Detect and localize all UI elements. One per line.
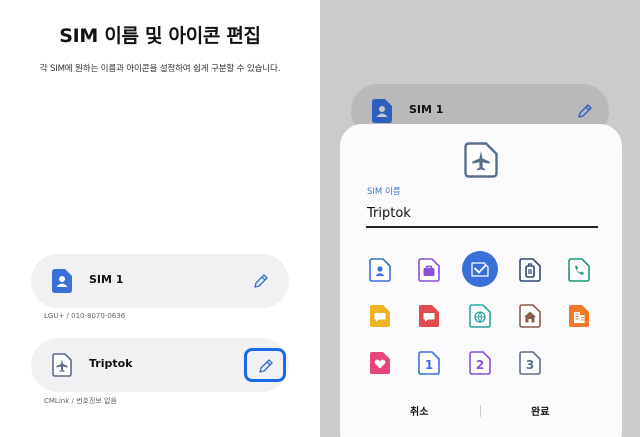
- building-sim-icon[interactable]: [568, 304, 590, 328]
- input-underline: [366, 226, 598, 228]
- chat-yellow-sim-icon[interactable]: [369, 304, 391, 328]
- sim-edit-dialog: SIM 이름 Triptok 1 2 3 취소 완료: [340, 124, 622, 437]
- sim-name-input[interactable]: Triptok: [367, 206, 411, 221]
- home-sim-icon[interactable]: [519, 304, 541, 328]
- globe-sim-icon[interactable]: [469, 304, 491, 328]
- number-2-sim-icon[interactable]: 2: [469, 351, 491, 375]
- selected-icon-airplane[interactable]: [462, 251, 498, 287]
- number-3-sim-icon[interactable]: 3: [519, 351, 541, 375]
- sim-name-label: SIM 1: [89, 273, 124, 286]
- person-sim-icon: [372, 99, 392, 123]
- edit-sim-screen: SIM 이름 및 아이콘 편집 각 SIM에 원하는 이름과 아이콘을 설정하여…: [0, 0, 320, 437]
- dialog-button-row: 취소 완료: [340, 400, 622, 420]
- page-title: SIM 이름 및 아이콘 편집: [59, 25, 261, 47]
- number-1-sim-icon[interactable]: 1: [418, 351, 440, 375]
- sim-card-1[interactable]: SIM 1: [31, 254, 289, 308]
- icon-digit-1: 1: [425, 358, 433, 372]
- phone-sim-icon[interactable]: [568, 258, 590, 282]
- edit-dialog-screen: SIM 1 SIM 이름 Triptok 1 2 3 취소 완료: [320, 0, 640, 437]
- sim-name-label: Triptok: [89, 357, 133, 370]
- sim-2-carrier-info: CMLink / 번호정보 없음: [44, 397, 117, 405]
- icon-digit-3: 3: [526, 358, 534, 372]
- airplane-sim-icon: [464, 142, 498, 178]
- person-sim-icon[interactable]: [369, 258, 391, 282]
- sim-name-label: SIM 1: [409, 103, 444, 116]
- done-button[interactable]: 완료: [531, 403, 549, 418]
- sim-1-carrier-info: LGU+ / 010-8070-0636: [44, 312, 126, 320]
- checkmark-icon: [471, 262, 489, 277]
- heart-sim-icon[interactable]: [369, 351, 391, 375]
- briefcase-sim-icon[interactable]: [418, 258, 440, 282]
- chat-red-sim-icon[interactable]: [418, 304, 440, 328]
- button-divider: [480, 405, 481, 417]
- sim-name-field-label: SIM 이름: [367, 187, 401, 197]
- cancel-button[interactable]: 취소: [410, 403, 428, 418]
- person-sim-icon: [52, 269, 72, 293]
- edit-sim-2-button[interactable]: [244, 348, 286, 382]
- sim-card-2[interactable]: Triptok: [31, 338, 289, 392]
- luggage-sim-icon[interactable]: [519, 258, 541, 282]
- pencil-icon[interactable]: [251, 271, 271, 291]
- page-description: 각 SIM에 원하는 이름과 아이콘을 설정하여 쉽게 구분할 수 있습니다.: [39, 64, 281, 74]
- icon-digit-2: 2: [476, 358, 484, 372]
- pencil-icon: [259, 359, 273, 373]
- pencil-icon: [578, 104, 592, 118]
- airplane-sim-icon: [52, 353, 72, 377]
